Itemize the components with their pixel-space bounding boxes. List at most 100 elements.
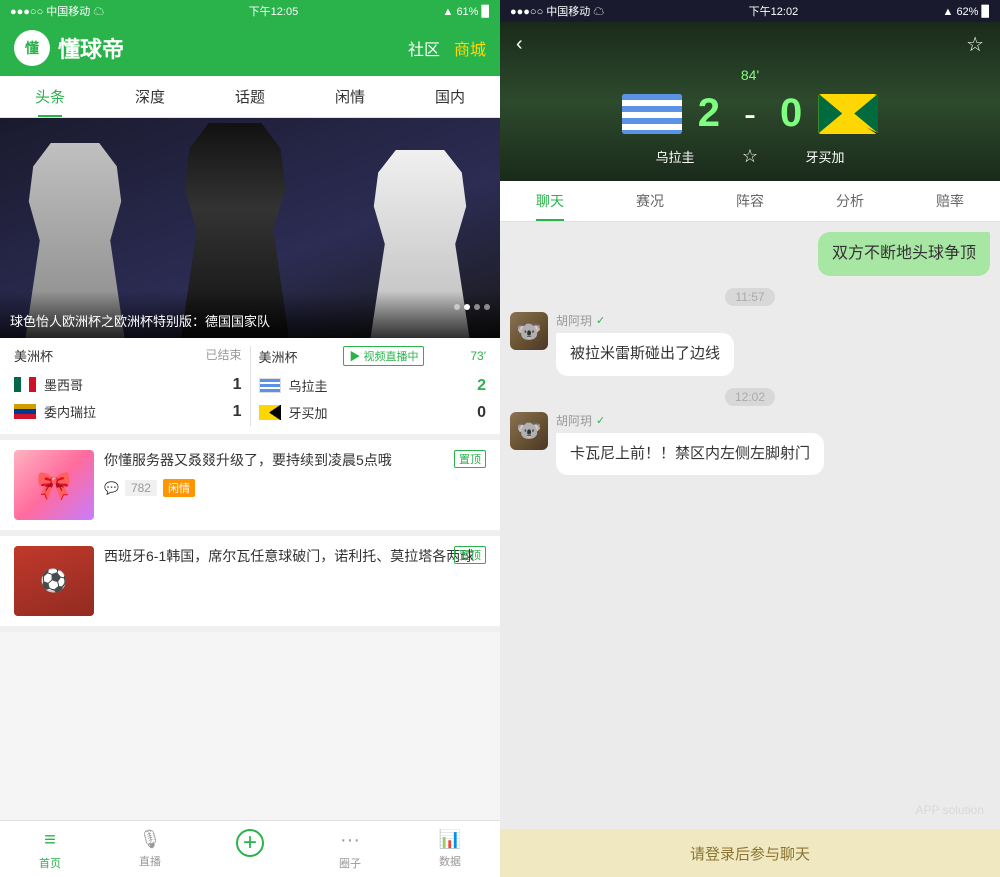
tab-depth[interactable]: 深度: [100, 76, 200, 117]
status-carrier-left: ●●●○○ 中国移动 ☁: [10, 3, 104, 19]
score-columns: 美洲杯 已结束 墨西哥 1: [14, 346, 486, 426]
home-icon: ≡: [44, 829, 56, 852]
data-icon: 📊: [439, 829, 461, 850]
match-row-3[interactable]: 乌拉圭 2: [259, 372, 487, 399]
nav-add[interactable]: +: [200, 821, 300, 877]
status-bar-left: ●●●○○ 中国移动 ☁ 下午12:05 ▲ 61% ▉: [0, 0, 500, 22]
right-panel: ●●●○○ 中国移动 ☁ 下午12:02 ▲ 62% ▉ ‹ ☆ 84' 2 -…: [500, 0, 1000, 877]
verified-icon-2: ✓: [596, 414, 605, 427]
match-row-4[interactable]: 牙买加 0: [259, 399, 487, 426]
live-badge[interactable]: ▶ 视频直播中: [343, 346, 424, 366]
tab-match-status[interactable]: 赛况: [600, 181, 700, 221]
logo-area[interactable]: 懂 懂球帝: [14, 30, 124, 66]
team-venezuela: 委内瑞拉: [44, 402, 214, 421]
tab-odds[interactable]: 赔率: [900, 181, 1000, 221]
header-nav-right: 社区 商城: [408, 36, 486, 60]
nav-community[interactable]: 社区: [408, 36, 440, 60]
app-avatar: 懂: [14, 30, 50, 66]
match-score-2: 0: [780, 91, 802, 136]
nav-data-label: 数据: [439, 853, 461, 869]
avatar-koala-2: 🐨: [510, 412, 548, 450]
pin-badge-2: 置顶: [454, 546, 486, 564]
match-star-icon[interactable]: ☆: [720, 146, 780, 167]
match-row-2[interactable]: 委内瑞拉 1: [14, 398, 242, 425]
tab-chat[interactable]: 聊天: [500, 181, 600, 221]
tabs-left: 头条 深度 话题 闲情 国内: [0, 76, 500, 118]
chat-username-1: 胡阿玥 ✓: [556, 312, 990, 329]
hero-dots: [454, 304, 490, 310]
watermark: APP solution: [916, 803, 985, 817]
tab-analysis[interactable]: 分析: [800, 181, 900, 221]
chat-msg-left-2: 🐨 胡阿玥 ✓ 卡瓦尼上前！！禁区内左侧左脚射门: [510, 412, 990, 476]
nav-home[interactable]: ≡ 首页: [0, 821, 100, 877]
nav-home-label: 首页: [39, 855, 61, 871]
flag-venezuela: [14, 404, 36, 419]
news-item-2[interactable]: ⚽ 西班牙6-1韩国，席尔瓦任意球破门，诺利托、莫拉塔各两球 置顶: [0, 536, 500, 632]
news-content-2: 西班牙6-1韩国，席尔瓦任意球破门，诺利托、莫拉塔各两球: [104, 546, 486, 616]
chat-input-area[interactable]: 请登录后参与聊天: [500, 829, 1000, 877]
left-panel: ●●●○○ 中国移动 ☁ 下午12:05 ▲ 61% ▉ 懂 懂球帝 社区 商城…: [0, 0, 500, 877]
chat-tabs: 聊天 赛况 阵容 分析 赔率: [500, 181, 1000, 222]
match-row-1[interactable]: 墨西哥 1: [14, 371, 242, 398]
verified-icon-1: ✓: [596, 314, 605, 327]
flag-uruguay-large: [622, 94, 682, 134]
nav-circle-label: 圈子: [339, 855, 361, 871]
live-icon: 🎙: [139, 829, 162, 850]
team1-name: 乌拉圭: [630, 147, 720, 166]
tab-topic[interactable]: 话题: [200, 76, 300, 117]
pin-badge-1: 置顶: [454, 450, 486, 468]
chat-content-left-2: 胡阿玥 ✓ 卡瓦尼上前！！禁区内左侧左脚射门: [556, 412, 990, 476]
nav-shop[interactable]: 商城: [454, 36, 486, 60]
chat-username-2: 胡阿玥 ✓: [556, 412, 990, 429]
add-icon: +: [236, 829, 264, 857]
league-right: 美洲杯: [259, 347, 298, 366]
match-top-nav: ‹ ☆: [516, 32, 984, 57]
match-score-1: 2: [698, 91, 720, 136]
news-thumb-1: 🎀: [14, 450, 94, 520]
status-time-right: 下午12:02: [749, 3, 799, 19]
comment-count-1: 782: [125, 480, 157, 496]
timestamp-2: 12:02: [725, 388, 775, 406]
flag-jamaica-large: [818, 94, 878, 134]
nav-live[interactable]: 🎙 直播: [100, 821, 200, 877]
chat-bubble-right-1: 双方不断地头球争顶: [818, 232, 990, 276]
tab-leisure[interactable]: 闲情: [300, 76, 400, 117]
back-button[interactable]: ‹: [516, 33, 523, 56]
score-uruguay: 2: [466, 377, 486, 395]
status-bar-right: ●●●○○ 中国移动 ☁ 下午12:02 ▲ 62% ▉: [500, 0, 1000, 22]
score-col-left: 美洲杯 已结束 墨西哥 1: [14, 346, 250, 426]
tab-domestic[interactable]: 国内: [400, 76, 500, 117]
score-mexico: 1: [222, 376, 242, 394]
score-section: 美洲杯 已结束 墨西哥 1: [0, 338, 500, 440]
timestamp-1: 11:57: [725, 288, 774, 306]
chat-bubble-left-1: 被拉米雷斯碰出了边线: [556, 333, 734, 376]
flag-jamaica-small: [259, 405, 281, 420]
app-title: 懂球帝: [58, 32, 124, 64]
team-uruguay-r: 乌拉圭: [289, 376, 459, 395]
league-left: 美洲杯: [14, 346, 53, 365]
score-venezuela: 1: [222, 403, 242, 421]
chat-msg-left-1: 🐨 胡阿玥 ✓ 被拉米雷斯碰出了边线: [510, 312, 990, 376]
nav-circle[interactable]: ··· 圈子: [300, 821, 400, 877]
dot-4: [484, 304, 490, 310]
match-score-dash: -: [736, 93, 764, 135]
news-item-1[interactable]: 🎀 你懂服务器又叒叕升级了，要持续到凌晨5点哦 💬 782 闲情 置顶: [0, 440, 500, 536]
favorite-button[interactable]: ☆: [966, 32, 984, 57]
dot-1: [454, 304, 460, 310]
nav-data[interactable]: 📊 数据: [400, 821, 500, 877]
hero-banner[interactable]: 球色怡人欧洲杯之欧洲杯特别版：德国国家队: [0, 118, 500, 338]
tab-headlines[interactable]: 头条: [0, 76, 100, 117]
dot-3: [474, 304, 480, 310]
dot-2: [464, 304, 470, 310]
tab-lineup[interactable]: 阵容: [700, 181, 800, 221]
match-header: ‹ ☆ 84' 2 - 0: [500, 22, 1000, 181]
team-jamaica-r: 牙买加: [289, 403, 459, 422]
status-time-left: 下午12:05: [249, 3, 299, 19]
team-mexico: 墨西哥: [44, 375, 214, 394]
news-title-1: 你懂服务器又叒叕升级了，要持续到凌晨5点哦: [104, 450, 486, 471]
circle-icon: ···: [340, 829, 360, 852]
score-jamaica: 0: [466, 404, 486, 422]
chat-msg-right-1: 双方不断地头球争顶: [510, 232, 990, 276]
status-battery-right: ▲ 62% ▉: [943, 5, 990, 18]
status-left: 已结束: [205, 346, 241, 365]
